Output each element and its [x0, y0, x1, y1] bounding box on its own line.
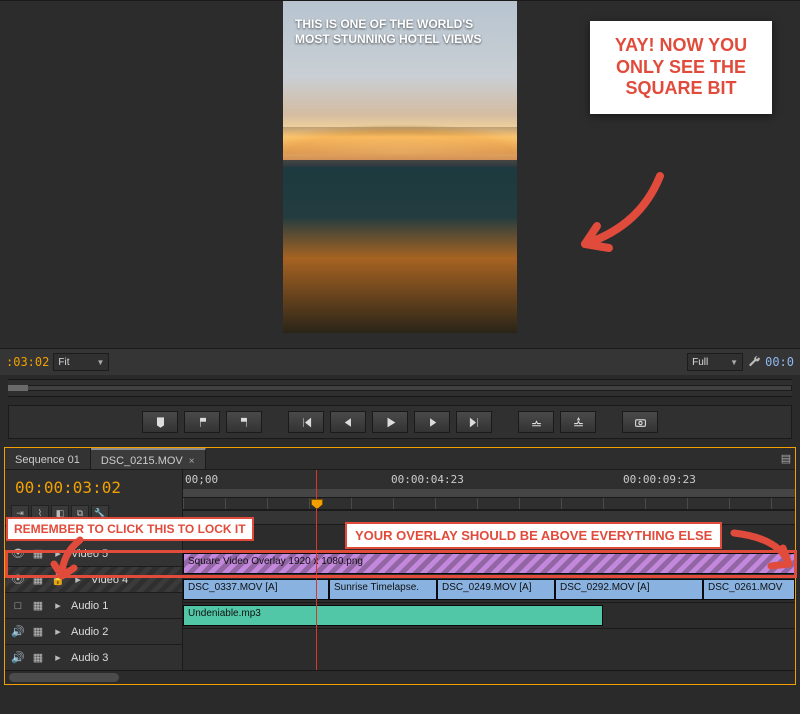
arrow-annotation-icon	[729, 528, 799, 576]
play-button[interactable]	[372, 411, 408, 433]
track-header-video-4[interactable]: 👁 ▦ 🔒 ▸ Video 4	[5, 566, 182, 592]
zoom-dropdown[interactable]: Fit ▼	[53, 353, 109, 371]
clip-a1-2[interactable]: Sunrise Timelapse.	[329, 579, 437, 600]
program-monitor[interactable]: THIS IS ONE OF THE WORLD'S MOST STUNNING…	[283, 1, 517, 333]
clip-label: DSC_0261.MOV	[708, 582, 782, 593]
ruler-tick: 00;00	[185, 473, 218, 486]
sync-lock-icon[interactable]: ▦	[31, 547, 45, 561]
resolution-dropdown[interactable]: Full ▼	[687, 353, 743, 371]
track-name: Audio 2	[71, 626, 108, 638]
ruler-tick: 00:00:09:23	[623, 473, 696, 486]
collapse-icon[interactable]: ▸	[51, 599, 65, 613]
zoom-label: Fit	[58, 357, 69, 368]
duration-timecode: 00:0	[765, 355, 794, 369]
clip-a2-1[interactable]: Undeniable.mp3	[183, 605, 603, 626]
go-to-in-button[interactable]	[288, 411, 324, 433]
transport-controls	[8, 405, 792, 439]
track-header-audio-3[interactable]: 🔊 ▦ ▸ Audio 3	[5, 644, 182, 670]
go-to-out-button[interactable]	[456, 411, 492, 433]
callout-lock-text: REMEMBER TO CLICK THIS TO LOCK IT	[14, 522, 246, 536]
resolution-label: Full	[692, 357, 708, 368]
track-name: Video 4	[91, 574, 128, 586]
callout-square: YAY! NOW YOU ONLY SEE THE SQUARE BIT	[590, 21, 772, 114]
lane-audio-3[interactable]	[183, 628, 795, 654]
arrow-annotation-icon	[570, 166, 670, 256]
mark-in-button[interactable]	[184, 411, 220, 433]
speaker-icon[interactable]: 🔊	[11, 651, 25, 665]
speaker-icon[interactable]: 🔊	[11, 625, 25, 639]
timeline-tab-bar: Sequence 01 DSC_0215.MOV × ▤	[5, 448, 795, 470]
clip-a1-1[interactable]: DSC_0337.MOV [A]	[183, 579, 329, 600]
track-name: Audio 3	[71, 652, 108, 664]
ruler-tick: 00:00:04:23	[391, 473, 464, 486]
tab-sequence-01[interactable]: Sequence 01	[5, 448, 91, 469]
lane-video-4[interactable]: Square Video Overlay 1920 x 1080.png	[183, 550, 795, 576]
timeline-timecode[interactable]: 00:00:03:02	[5, 470, 182, 503]
timeline-horizontal-scrollbar[interactable]	[5, 670, 795, 684]
track-header-audio-1[interactable]: □ ▦ ▸ Audio 1	[5, 592, 182, 618]
clip-a1-5[interactable]: DSC_0261.MOV	[703, 579, 795, 600]
video-title-overlay: THIS IS ONE OF THE WORLD'S MOST STUNNING…	[295, 17, 505, 47]
collapse-icon[interactable]: ▸	[51, 625, 65, 639]
collapse-icon[interactable]: ▸	[51, 651, 65, 665]
program-monitor-panel: THIS IS ONE OF THE WORLD'S MOST STUNNING…	[0, 0, 800, 375]
wrench-icon[interactable]	[747, 355, 761, 369]
eye-icon[interactable]: 👁	[11, 547, 25, 561]
callout-above-text: YOUR OVERLAY SHOULD BE ABOVE EVERYTHING …	[355, 528, 712, 543]
overlay-line-1: THIS IS ONE OF THE WORLD'S	[295, 17, 473, 31]
eye-icon[interactable]: 👁	[11, 573, 25, 587]
mute-icon[interactable]: □	[11, 599, 25, 613]
timeline-panel: Sequence 01 DSC_0215.MOV × ▤ 00:00:03:02…	[4, 447, 796, 685]
step-forward-button[interactable]	[414, 411, 450, 433]
callout-square-text: YAY! NOW YOU ONLY SEE THE SQUARE BIT	[615, 35, 747, 98]
clip-label: DSC_0292.MOV [A]	[560, 582, 649, 593]
chevron-down-icon: ▼	[730, 358, 738, 367]
clip-label: DSC_0249.MOV [A]	[442, 582, 531, 593]
clip-label: Undeniable.mp3	[188, 608, 261, 619]
timeline-body: 00:00:03:02 ⇥ ⌇ ◧ ⧉ 🔧 👁 ▦ ▸ Video 5 👁 ▦ …	[5, 470, 795, 670]
track-header-video-5[interactable]: 👁 ▦ ▸ Video 5	[5, 540, 182, 566]
sync-lock-icon[interactable]: ▦	[31, 651, 45, 665]
add-marker-button[interactable]	[142, 411, 178, 433]
clip-a1-3[interactable]: DSC_0249.MOV [A]	[437, 579, 555, 600]
tab-clip-label: DSC_0215.MOV	[101, 455, 183, 467]
step-back-button[interactable]	[330, 411, 366, 433]
close-icon[interactable]: ×	[189, 456, 195, 467]
callout-overlay-above: YOUR OVERLAY SHOULD BE ABOVE EVERYTHING …	[345, 522, 722, 549]
sync-lock-icon[interactable]: ▦	[31, 573, 45, 587]
arrow-annotation-icon	[50, 536, 90, 584]
sync-lock-icon[interactable]: ▦	[31, 625, 45, 639]
lane-audio-2[interactable]: Undeniable.mp3	[183, 602, 795, 628]
tab-dsc-0215[interactable]: DSC_0215.MOV ×	[91, 448, 206, 469]
clip-label: DSC_0337.MOV [A]	[188, 582, 277, 593]
playhead[interactable]	[316, 470, 317, 670]
callout-lock: REMEMBER TO CLICK THIS TO LOCK IT	[6, 517, 254, 541]
clip-a1-4[interactable]: DSC_0292.MOV [A]	[555, 579, 703, 600]
track-header-audio-2[interactable]: 🔊 ▦ ▸ Audio 2	[5, 618, 182, 644]
lane-audio-1[interactable]: DSC_0337.MOV [A] Sunrise Timelapse. DSC_…	[183, 576, 795, 602]
track-name: Audio 1	[71, 600, 108, 612]
panel-menu-icon[interactable]: ▤	[777, 448, 795, 469]
scrollbar-thumb[interactable]	[9, 673, 119, 682]
export-frame-button[interactable]	[622, 411, 658, 433]
time-ruler[interactable]: 00;00 00:00:04:23 00:00:09:23	[183, 470, 795, 510]
timeline-tracks-area[interactable]: 00;00 00:00:04:23 00:00:09:23 Square Vid…	[183, 470, 795, 670]
current-timecode[interactable]: :03:02	[6, 355, 49, 369]
clip-overlay-png[interactable]: Square Video Overlay 1920 x 1080.png	[183, 553, 795, 574]
clip-label: Square Video Overlay 1920 x 1080.png	[188, 556, 363, 567]
timeline-track-header-column: 00:00:03:02 ⇥ ⌇ ◧ ⧉ 🔧 👁 ▦ ▸ Video 5 👁 ▦ …	[5, 470, 183, 670]
clip-label: Sunrise Timelapse.	[334, 582, 419, 593]
extract-button[interactable]	[560, 411, 596, 433]
tab-sequence-label: Sequence 01	[15, 454, 80, 466]
overlay-line-2: MOST STUNNING HOTEL VIEWS	[295, 32, 481, 46]
monitor-scrubber[interactable]	[8, 379, 792, 397]
monitor-options-bar: :03:02 Fit ▼ Full ▼ 00:0	[0, 348, 800, 375]
mark-out-button[interactable]	[226, 411, 262, 433]
chevron-down-icon: ▼	[96, 358, 104, 367]
lift-button[interactable]	[518, 411, 554, 433]
sync-lock-icon[interactable]: ▦	[31, 599, 45, 613]
